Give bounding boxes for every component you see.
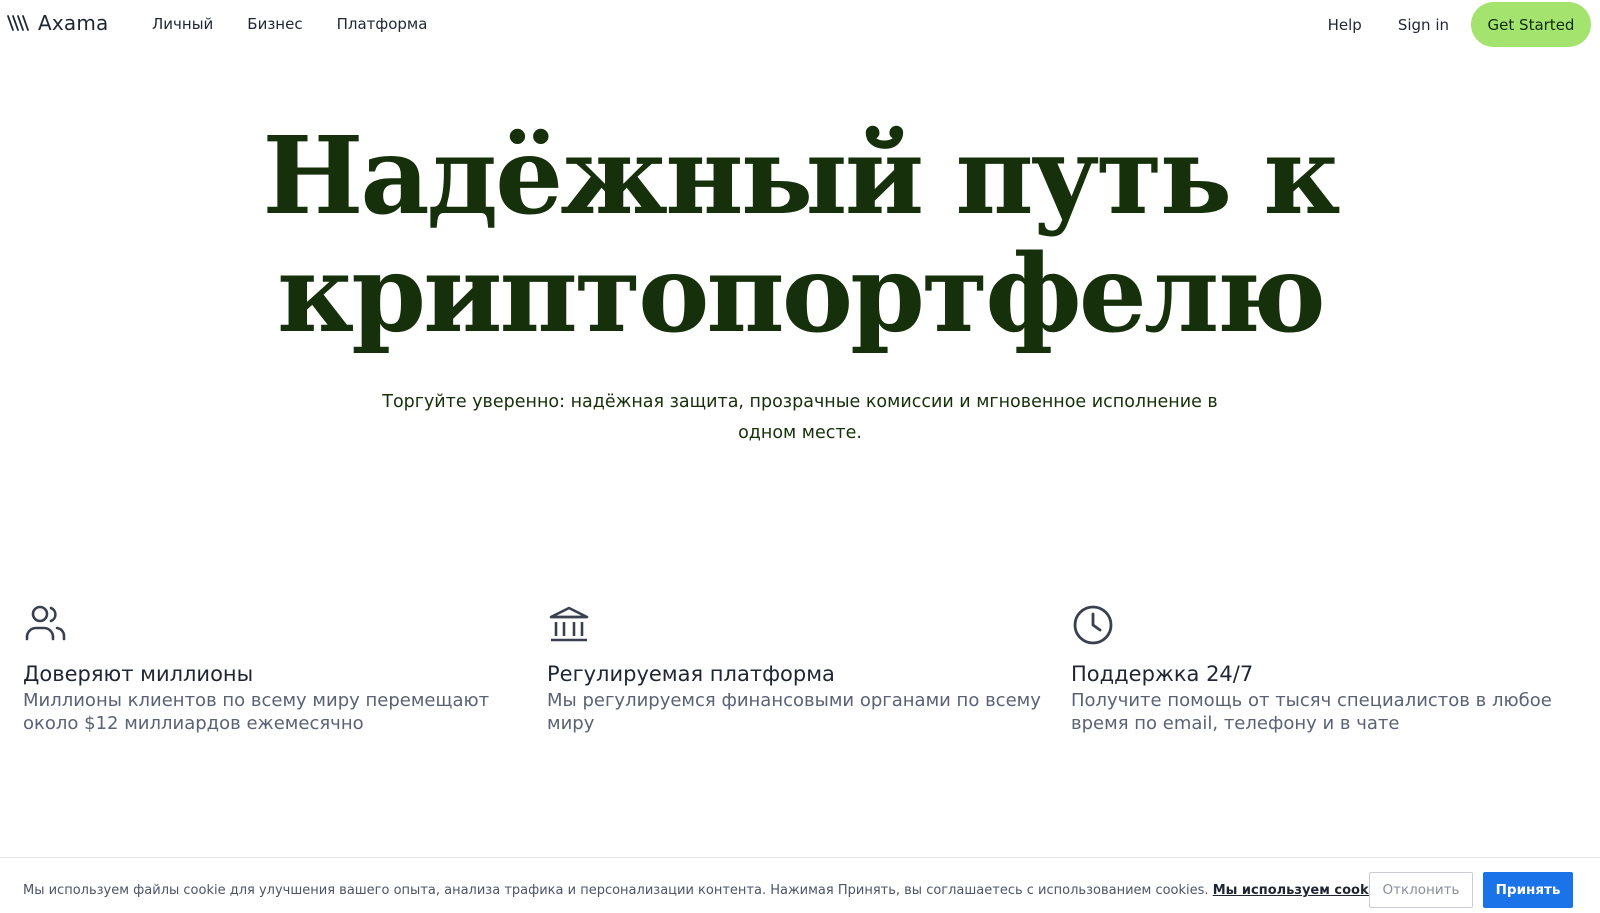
feature-trusted: Доверяют миллионы Миллионы клиентов по в… [23,603,523,735]
cookie-policy-link[interactable]: Мы используем cookies [1213,883,1390,898]
main-nav: Личный Бизнес Платформа [152,0,427,48]
help-link[interactable]: Help [1328,16,1362,34]
sign-in-link[interactable]: Sign in [1398,16,1449,34]
feature-title: Регулируемая платформа [547,662,835,686]
feature-title: Доверяют миллионы [23,662,254,686]
page: Axama Личный Бизнес Платформа Help Sign … [0,0,1600,913]
logo-mark-icon [7,15,29,31]
feature-regulated: Регулируемая платформа Мы регулируемся ф… [547,603,1047,735]
decline-button[interactable]: Отклонить [1369,872,1473,908]
nav-item-platform[interactable]: Платформа [337,15,428,33]
cookie-message: Мы используем файлы cookie для улучшения… [23,883,1209,898]
features-section: Доверяют миллионы Миллионы клиентов по в… [0,603,1600,753]
feature-title: Поддержка 24/7 [1071,662,1254,686]
logo-text: Axama [38,11,109,35]
feature-description: Мы регулируемся финансовыми органами по … [547,690,1041,734]
logo-link[interactable]: Axama [6,11,109,35]
feature-support: Поддержка 24/7 Получите помощь от тысяч … [1071,603,1571,735]
header-actions: Help Sign in Get Started [1328,2,1591,47]
nav-item-business[interactable]: Бизнес [247,15,302,33]
cookie-text: Мы используем файлы cookie для улучшения… [23,883,1390,898]
cookie-banner: Мы используем файлы cookie для улучшения… [0,857,1600,913]
hero-title-line-2: криптопортфелю [277,232,1326,357]
hero-title: Надёжный путь к криптопортфелю [0,118,1600,354]
site-header: Axama Личный Бизнес Платформа Help Sign … [0,0,1600,48]
get-started-button[interactable]: Get Started [1471,2,1591,47]
accept-button[interactable]: Принять [1483,872,1573,908]
nav-item-personal[interactable]: Личный [152,15,213,33]
hero-subtitle: Торгуйте уверенно: надёжная защита, проз… [382,392,1218,443]
clock-icon [1073,605,1113,645]
feature-description: Миллионы клиентов по всему миру перемеща… [23,690,490,734]
feature-description: Получите помощь от тысяч специалистов в … [1071,690,1552,734]
bank-icon [549,606,589,642]
hero-title-line-1: Надёжный путь к [262,114,1340,239]
users-icon [25,605,66,641]
